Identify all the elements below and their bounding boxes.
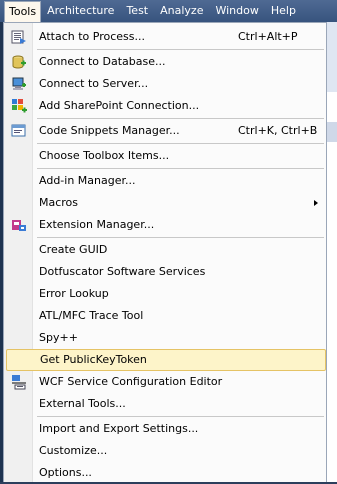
menu-item-create-guid[interactable]: Create GUID — [4, 239, 326, 261]
menu-item-label: ATL/MFC Trace Tool — [39, 309, 144, 322]
menu-item-label: Add SharePoint Connection... — [39, 99, 200, 112]
database-icon — [12, 55, 26, 69]
menu-separator — [37, 143, 324, 144]
menu-item-label: Import and Export Settings... — [39, 422, 199, 435]
menu-item-attach-to-process[interactable]: Attach to Process... Ctrl+Alt+P — [4, 26, 326, 48]
menu-item-wcf-service-config-editor[interactable]: WCF Service Configuration Editor — [4, 371, 326, 393]
menu-architecture[interactable]: Architecture — [41, 1, 120, 21]
menu-item-add-sharepoint-connection[interactable]: Add SharePoint Connection... — [4, 95, 326, 117]
menu-item-choose-toolbox-items[interactable]: Choose Toolbox Items... — [4, 145, 326, 167]
menu-analyze[interactable]: Analyze — [154, 1, 209, 21]
menu-separator — [37, 416, 324, 417]
menu-item-label: Dotfuscator Software Services — [39, 265, 206, 278]
menu-item-atl-mfc-trace-tool[interactable]: ATL/MFC Trace Tool — [4, 305, 326, 327]
menu-item-label: Code Snippets Manager... — [39, 124, 180, 137]
menu-item-options[interactable]: Options... — [4, 462, 326, 484]
menu-item-label: Options... — [39, 466, 92, 479]
snippets-icon — [11, 124, 26, 137]
menu-separator — [37, 118, 324, 119]
sharepoint-icon — [12, 99, 27, 113]
menu-item-label: Create GUID — [39, 243, 108, 256]
menu-item-label: Connect to Database... — [39, 55, 166, 68]
menu-item-connect-to-server[interactable]: Connect to Server... — [4, 73, 326, 95]
menu-item-shortcut: Ctrl+K, Ctrl+B — [238, 124, 318, 137]
menu-separator — [37, 237, 324, 238]
submenu-arrow-icon — [314, 200, 318, 206]
background-strip — [327, 122, 337, 142]
menu-item-label: Connect to Server... — [39, 77, 149, 90]
menu-item-connect-to-database[interactable]: Connect to Database... — [4, 51, 326, 73]
menu-tools[interactable]: Tools — [4, 0, 42, 23]
menu-item-label: Attach to Process... — [39, 30, 145, 43]
menu-item-label: Spy++ — [39, 331, 78, 344]
menu-item-label: External Tools... — [39, 397, 126, 410]
background-strip — [327, 22, 337, 92]
menu-item-label: Get PublicKeyToken — [40, 353, 147, 366]
menu-item-label: Choose Toolbox Items... — [39, 149, 170, 162]
menu-item-label: Customize... — [39, 444, 108, 457]
menu-item-shortcut: Ctrl+Alt+P — [238, 30, 298, 43]
tools-dropdown-menu: Attach to Process... Ctrl+Alt+P Connect … — [3, 22, 327, 482]
menu-item-error-lookup[interactable]: Error Lookup — [4, 283, 326, 305]
menu-item-label: Extension Manager... — [39, 218, 155, 231]
menu-item-add-in-manager[interactable]: Add-in Manager... — [4, 170, 326, 192]
menu-item-dotfuscator[interactable]: Dotfuscator Software Services — [4, 261, 326, 283]
menu-separator — [37, 168, 324, 169]
menu-item-code-snippets-manager[interactable]: Code Snippets Manager... Ctrl+K, Ctrl+B — [4, 120, 326, 142]
menu-help[interactable]: Help — [265, 1, 302, 21]
menu-item-extension-manager[interactable]: Extension Manager... — [4, 214, 326, 236]
menu-item-external-tools[interactable]: External Tools... — [4, 393, 326, 415]
menu-item-get-publickeytoken[interactable]: Get PublicKeyToken — [6, 349, 326, 371]
menu-test[interactable]: Test — [120, 1, 154, 21]
menu-item-label: Error Lookup — [39, 287, 109, 300]
menu-item-macros[interactable]: Macros — [4, 192, 326, 214]
menu-item-label: Add-in Manager... — [39, 174, 136, 187]
menu-item-label: Macros — [39, 196, 79, 209]
menu-separator — [37, 49, 324, 50]
menu-item-spy-plus-plus[interactable]: Spy++ — [4, 327, 326, 349]
menu-window[interactable]: Window — [209, 1, 264, 21]
menu-item-label: WCF Service Configuration Editor — [39, 375, 223, 388]
wcf-icon — [12, 375, 26, 390]
server-icon — [12, 77, 26, 90]
menu-item-import-export-settings[interactable]: Import and Export Settings... — [4, 418, 326, 440]
menu-bar: Tools Architecture Test Analyze Window H… — [0, 0, 337, 23]
menu-item-customize[interactable]: Customize... — [4, 440, 326, 462]
background-editor — [327, 22, 337, 482]
extension-icon — [12, 220, 26, 231]
attach-process-icon — [11, 30, 26, 44]
